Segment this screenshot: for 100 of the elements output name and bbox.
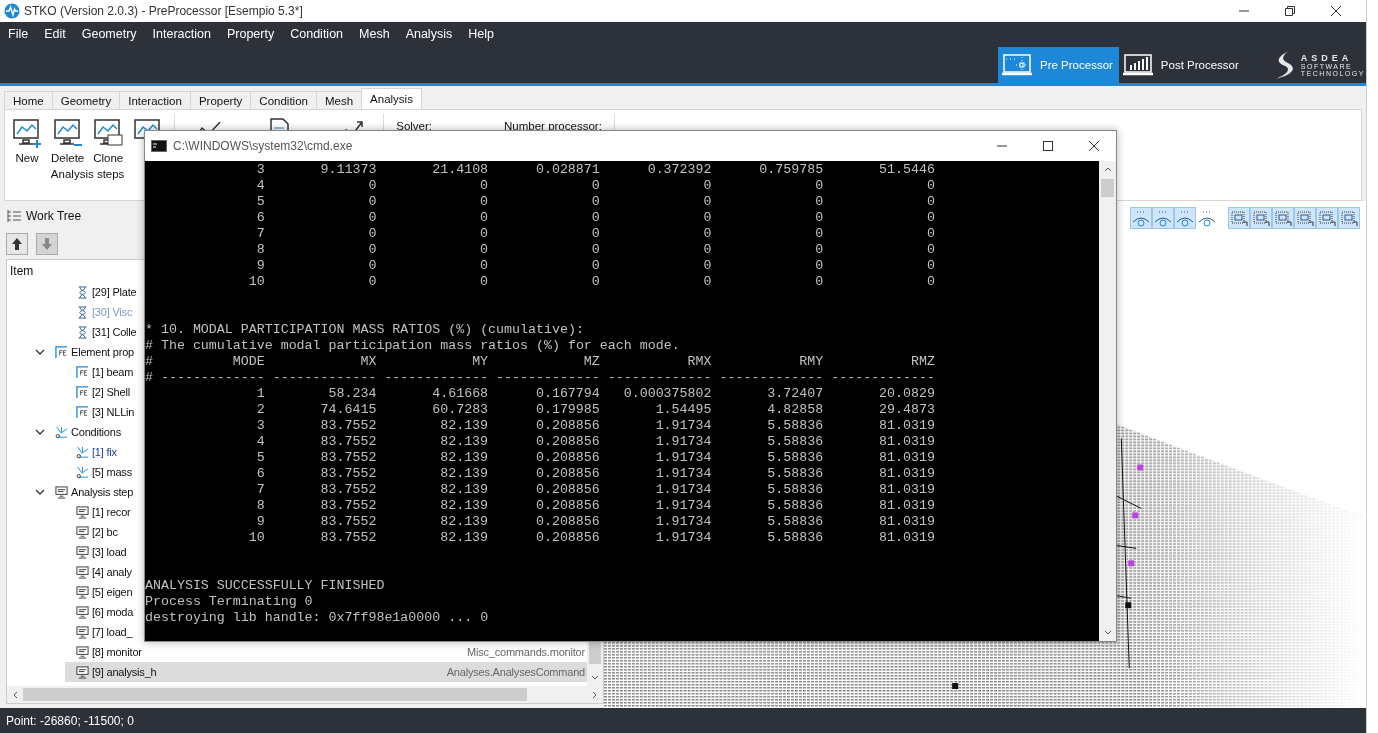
console-header: RMZ: [909, 354, 935, 370]
console-value: 0: [925, 274, 935, 290]
console-value: 0.208856: [534, 498, 600, 514]
console-value: 1: [255, 386, 265, 402]
console-value: 5.58836: [766, 498, 824, 514]
console-value: 29.4873: [878, 402, 935, 418]
console-value: 5.58836: [766, 450, 824, 466]
console-value: 0: [367, 210, 377, 226]
console-value: 9.11373: [319, 162, 377, 178]
console-value: 0: [479, 178, 489, 194]
field-label: Solver:: [396, 120, 433, 132]
console-value: 0: [925, 210, 935, 226]
console-header: MZ: [582, 354, 600, 370]
console-value: 10: [247, 274, 265, 290]
console-header: RMY: [798, 354, 824, 370]
console-value: 1.91734: [654, 466, 712, 482]
console-line: * 10. MODAL PARTICIPATION MASS RATIOS (%) (cumulative):: [145, 322, 584, 338]
console-value: 0: [814, 274, 824, 290]
console-value: 0: [479, 274, 489, 290]
console-value: 0: [702, 242, 712, 258]
console-value: 3.72407: [766, 386, 824, 402]
console-value: 0: [479, 226, 489, 242]
console-value: 82.139: [439, 450, 489, 466]
console-value: 0: [925, 242, 935, 258]
console-value: 0: [367, 274, 377, 290]
console-value: 83.7552: [319, 514, 377, 530]
console-value: 82.139: [439, 418, 489, 434]
console-value: 5: [255, 450, 265, 466]
console-value: 0: [814, 194, 824, 210]
console-value: 0: [814, 210, 824, 226]
console-value: 0.208856: [534, 530, 600, 546]
console-value: 5.58836: [766, 466, 824, 482]
console-value: 82.139: [439, 530, 489, 546]
console-value: 4.61668: [431, 386, 489, 402]
field-label: Number processor:: [504, 120, 602, 132]
console-value: 0: [925, 178, 935, 194]
console-value: 0: [814, 226, 824, 242]
console-value: 58.234: [327, 386, 377, 402]
window-title: STKO (Version 2.0.3) - PreProcessor [Esempio 5.3*]: [24, 4, 303, 18]
console-value: 0.028871: [534, 162, 600, 178]
console-value: 0: [367, 242, 377, 258]
console-value: 0: [367, 258, 377, 274]
console-header: RMX: [686, 354, 712, 370]
console-value: 7: [255, 482, 265, 498]
console-value: 9: [255, 258, 265, 274]
console-value: 81.0319: [878, 434, 935, 450]
console-value: 0: [590, 226, 600, 242]
console-value: 0.208856: [534, 514, 600, 530]
console-value: 81.0319: [878, 498, 935, 514]
console-value: 83.7552: [319, 482, 377, 498]
console-value: 83.7552: [319, 450, 377, 466]
console-value: 0: [925, 226, 935, 242]
console-value: 81.0319: [878, 450, 935, 466]
console-value: 0: [702, 258, 712, 274]
console-value: 6: [255, 466, 265, 482]
console-value: 81.0319: [878, 530, 935, 546]
console-value: 81.0319: [878, 418, 935, 434]
panel-title: Work Tree: [26, 209, 82, 223]
console-value: 81.0319: [878, 466, 935, 482]
console-value: 0: [479, 242, 489, 258]
console-value: 0.372392: [646, 162, 712, 178]
console-value: 5.58836: [766, 530, 824, 546]
console-line: # The cumulative modal participation mass ratios (%) for each mode.: [145, 338, 680, 354]
console-value: 8: [255, 498, 265, 514]
console-value: 0: [925, 258, 935, 274]
console-value: 82.139: [439, 514, 489, 530]
console-value: 0: [590, 242, 600, 258]
console-value: 1.91734: [654, 530, 712, 546]
console-value: 5.58836: [766, 514, 824, 530]
console-value: 3: [255, 162, 265, 178]
console-value: 0: [479, 258, 489, 274]
console-value: 1.91734: [654, 418, 712, 434]
console-value: 0.208856: [534, 434, 600, 450]
console-value: 0: [479, 194, 489, 210]
console-value: 74.6415: [319, 402, 377, 418]
console-value: 4: [255, 178, 265, 194]
console-value: 8: [255, 242, 265, 258]
console-line: destroying lib handle: 0x7ff98e1a0000 ... 0: [145, 610, 489, 626]
console-value: 0: [925, 194, 935, 210]
console-value: 0: [367, 194, 377, 210]
console-value: 82.139: [439, 466, 489, 482]
window-title: C:\WINDOWS\system32\cmd.exe: [173, 139, 353, 153]
console-value: 0.000375802: [622, 386, 712, 402]
console-value: 0: [367, 178, 377, 194]
console-value: 83.7552: [319, 530, 377, 546]
console-value: 0.208856: [534, 418, 600, 434]
console-value: 3: [255, 418, 265, 434]
console-value: 0: [814, 258, 824, 274]
console-value: 1.91734: [654, 514, 712, 530]
console-value: 0.759785: [758, 162, 824, 178]
group-label: Analysis steps: [50, 168, 125, 180]
console-value: 0: [702, 178, 712, 194]
console-value: 83.7552: [319, 498, 377, 514]
status-text: Point: -26860; -11500; 0: [6, 713, 134, 728]
console-value: 9: [255, 514, 265, 530]
console-value: 4.82858: [766, 402, 824, 418]
console-value: 0: [814, 242, 824, 258]
console-value: 5.58836: [766, 434, 824, 450]
console-value: 7: [255, 226, 265, 242]
console-value: 1.91734: [654, 434, 712, 450]
